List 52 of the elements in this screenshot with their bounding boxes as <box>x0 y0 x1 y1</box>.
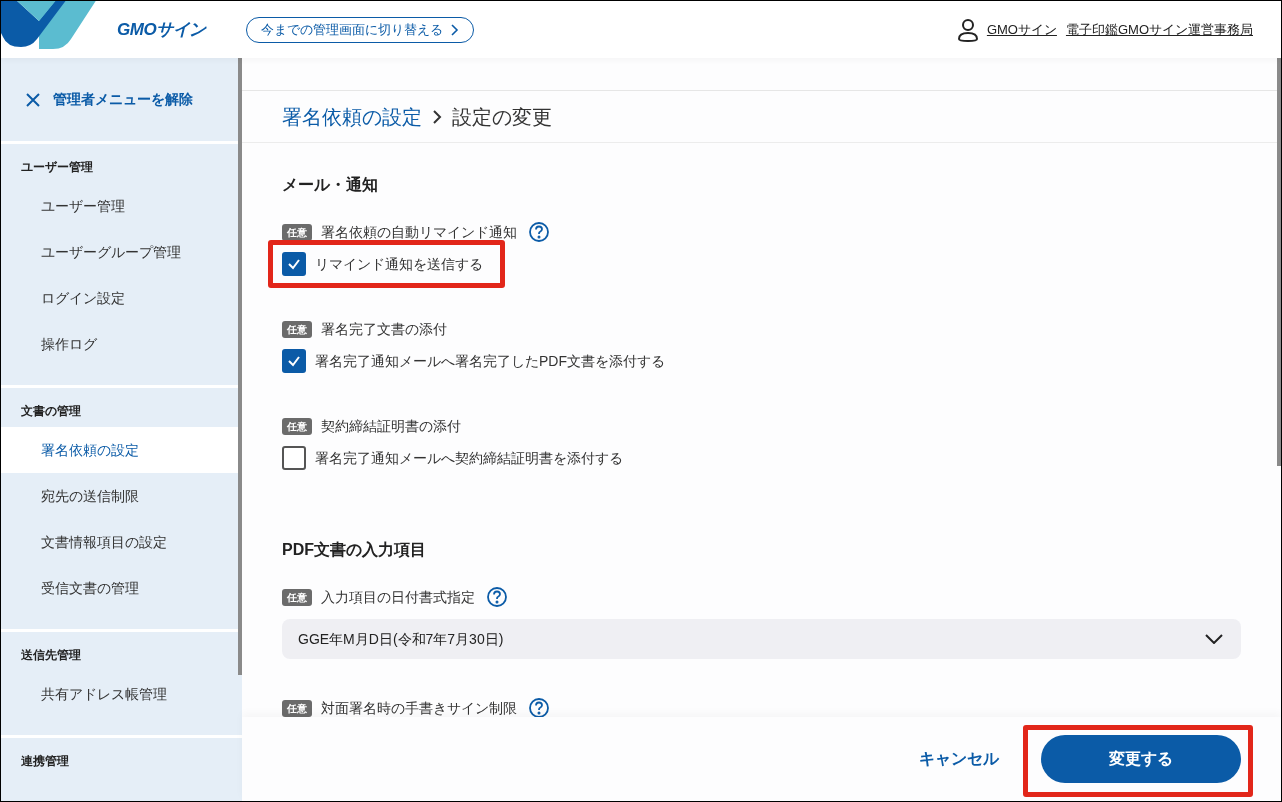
sidebar-item[interactable]: ユーザーグループ管理 <box>1 229 242 275</box>
checkbox[interactable] <box>282 252 306 276</box>
section-heading: 連携管理 <box>20 753 70 770</box>
close-icon[interactable] <box>25 91 41 108</box>
field-label: 入力項目の日付書式指定 <box>321 587 475 607</box>
section-heading: ユーザー管理 <box>20 159 94 176</box>
breadcrumb-link[interactable]: 署名依頼の設定 <box>282 101 422 132</box>
field-label: 署名完了文書の添付 <box>321 319 447 339</box>
sidebar-item[interactable]: 操作ログ <box>1 321 242 367</box>
user-link[interactable]: GMOサイン <box>986 19 1057 40</box>
close-menu-link[interactable]: 管理者メニューを解除 <box>53 89 193 110</box>
cancel-button[interactable]: キャンセル <box>919 747 999 771</box>
user-link[interactable]: 電子印鑑GMOサイン運営事務局 <box>1065 19 1253 40</box>
breadcrumb-current: 設定の変更 <box>452 104 552 130</box>
submit-button[interactable]: 変更する <box>1041 735 1241 783</box>
sidebar-item[interactable]: 文書情報項目の設定 <box>1 519 242 565</box>
scrollbar[interactable] <box>238 58 242 675</box>
optional-badge: 任意 <box>282 699 312 717</box>
logo-icon <box>1 1 97 49</box>
date-format-select[interactable]: GGE年M月D日(令和7年7月30日) <box>282 619 1241 659</box>
chevron-right-icon <box>451 23 460 36</box>
optional-badge: 任意 <box>282 417 312 435</box>
sidebar-item[interactable]: ログイン設定 <box>1 275 242 321</box>
help-icon[interactable] <box>529 222 549 242</box>
field-label: 契約締結証明書の添付 <box>321 416 461 436</box>
check-icon <box>287 354 301 368</box>
sidebar-item[interactable]: 受信文書の管理 <box>1 565 242 611</box>
optional-badge: 任意 <box>282 320 312 338</box>
sidebar-item[interactable]: ユーザー管理 <box>1 183 242 229</box>
checkbox[interactable] <box>282 349 306 373</box>
scrollbar[interactable] <box>1277 58 1281 466</box>
section-title: メール・通知 <box>282 175 379 195</box>
checkbox-label[interactable]: リマインド通知を送信する <box>315 253 483 275</box>
section-heading: 文書の管理 <box>20 403 82 420</box>
sidebar-item[interactable]: 宛先の送信制限 <box>1 473 242 519</box>
optional-badge: 任意 <box>282 223 312 241</box>
field-label: 対面署名時の手書きサイン制限 <box>321 698 517 718</box>
checkbox-label[interactable]: 署名完了通知メールへ契約締結証明書を添付する <box>315 447 623 469</box>
help-icon[interactable] <box>487 587 507 607</box>
chevron-right-icon <box>432 108 442 125</box>
field-label: 署名依頼の自動リマインド通知 <box>321 222 517 242</box>
sidebar-item[interactable]: 共有アドレス帳管理 <box>1 671 242 717</box>
check-icon <box>287 257 301 271</box>
logo-text: GMOサイン <box>117 18 207 41</box>
user-icon <box>956 17 979 42</box>
help-icon[interactable] <box>529 698 549 718</box>
optional-badge: 任意 <box>282 588 312 606</box>
section-heading: 送信先管理 <box>20 647 82 664</box>
chevron-down-icon <box>1205 634 1223 644</box>
section-title: PDF文書の入力項目 <box>282 540 427 560</box>
checkbox-label[interactable]: 署名完了通知メールへ署名完了したPDF文書を添付する <box>315 350 665 372</box>
checkbox[interactable] <box>282 446 306 470</box>
